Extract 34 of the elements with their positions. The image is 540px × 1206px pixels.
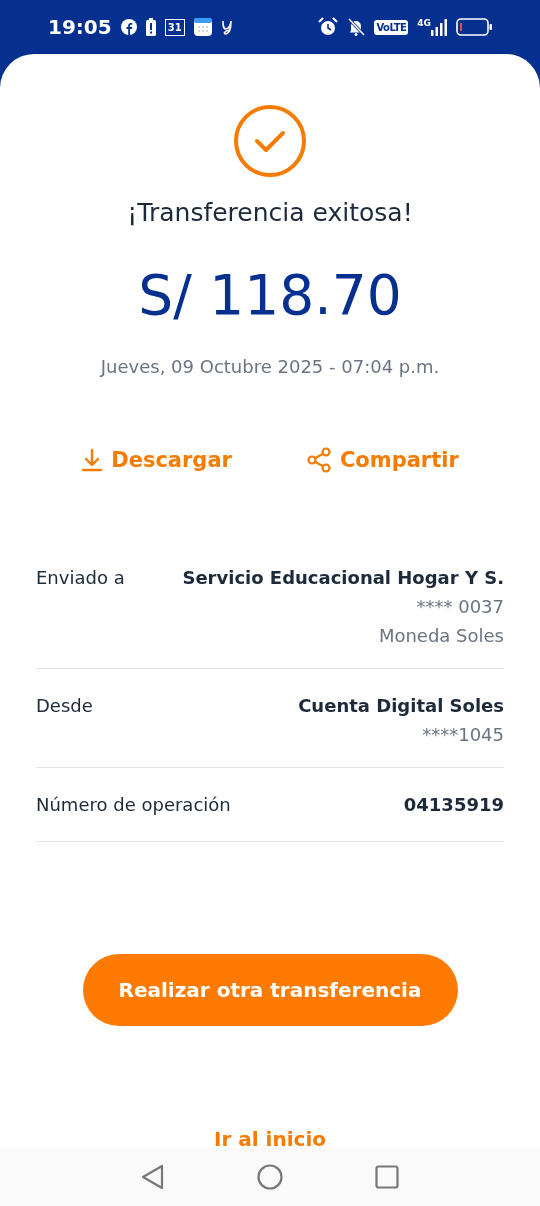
- another-transfer-button[interactable]: Realizar otra transferencia: [82, 953, 458, 1026]
- detail-value: ****1045: [422, 723, 504, 745]
- detail-label: Enviado a: [36, 566, 125, 588]
- signal-icon: [431, 18, 447, 36]
- detail-value: Servicio Educacional Hogar Y S.: [182, 566, 504, 588]
- home-icon[interactable]: [257, 1164, 283, 1190]
- volte-icon: VoLTE: [374, 19, 409, 35]
- date-text: Jueves, 09 Octubre 2025 - 07:04 p.m.: [100, 355, 440, 377]
- download-icon: [81, 447, 104, 472]
- network-type-label: 4G: [417, 18, 431, 28]
- calendar-icon: 31: [164, 18, 185, 36]
- alarm-icon: [318, 17, 339, 37]
- muted-bell-icon: [347, 18, 366, 36]
- share-icon: [305, 446, 332, 473]
- success-check-icon: [233, 104, 307, 178]
- share-button[interactable]: Compartir: [305, 446, 459, 473]
- detail-label: Número de operación: [36, 793, 231, 815]
- detail-value: 04135919: [403, 793, 504, 815]
- amount-text: S/ 118.70: [138, 265, 402, 326]
- status-time: 19:05: [48, 15, 112, 39]
- detail-value: Cuenta Digital Soles: [298, 694, 504, 716]
- recents-icon[interactable]: [375, 1165, 399, 1189]
- script-y-icon: [220, 18, 235, 36]
- alert-battery-icon: [145, 18, 156, 36]
- facebook-icon: [120, 19, 137, 35]
- download-button[interactable]: Descargar: [81, 446, 232, 473]
- detail-value: **** 0037: [416, 595, 504, 617]
- back-icon[interactable]: [141, 1164, 165, 1190]
- home-link[interactable]: Ir al inicio: [208, 1125, 332, 1152]
- battery-icon: [456, 18, 492, 36]
- calendar-app-icon: [193, 18, 212, 36]
- success-title: ¡Transferencia exitosa!: [127, 198, 413, 227]
- detail-label: Desde: [36, 694, 93, 716]
- detail-value: Moneda Soles: [378, 624, 504, 646]
